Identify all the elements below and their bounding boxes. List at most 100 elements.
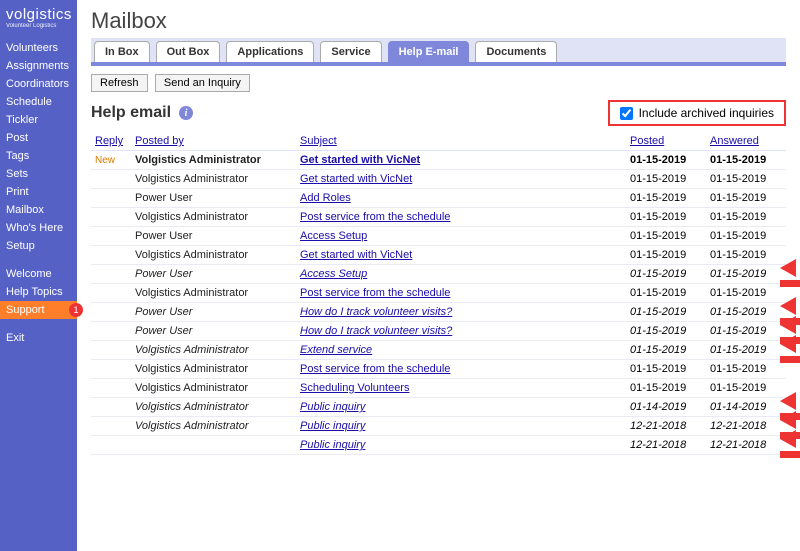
nav-item-welcome[interactable]: Welcome [0, 265, 77, 283]
col-subject[interactable]: Subject [296, 132, 626, 151]
table-row: Power UserAccess Setup01-15-201901-15-20… [91, 265, 786, 284]
cell-reply [91, 417, 131, 436]
refresh-button[interactable]: Refresh [91, 74, 148, 92]
cell-reply [91, 360, 131, 379]
table-row: Volgistics AdministratorPost service fro… [91, 360, 786, 379]
subject-link[interactable]: Post service from the schedule [300, 363, 450, 375]
nav-item-setup[interactable]: Setup [0, 237, 77, 255]
cell-subject: Post service from the schedule [296, 284, 626, 303]
cell-reply [91, 341, 131, 360]
include-archived-input[interactable] [620, 107, 633, 120]
cell-reply [91, 208, 131, 227]
subject-link[interactable]: How do I track volunteer visits? [300, 325, 452, 337]
cell-posted: 01-15-2019 [626, 303, 706, 322]
brand-logo: volgistics [0, 4, 77, 23]
nav-item-tags[interactable]: Tags [0, 147, 77, 165]
cell-reply: New [91, 151, 131, 170]
subject-link[interactable]: Post service from the schedule [300, 287, 450, 299]
tab-applications[interactable]: Applications [226, 41, 314, 62]
subject-link[interactable]: Access Setup [300, 268, 367, 280]
nav-item-tickler[interactable]: Tickler [0, 111, 77, 129]
tab-in-box[interactable]: In Box [94, 41, 150, 62]
subject-link[interactable]: Scheduling Volunteers [300, 382, 409, 394]
cell-reply [91, 227, 131, 246]
cell-subject: How do I track volunteer visits? [296, 303, 626, 322]
cell-subject: Get started with VicNet [296, 170, 626, 189]
cell-subject: Access Setup [296, 227, 626, 246]
nav-item-help-topics[interactable]: Help Topics [0, 283, 77, 301]
nav-item-exit[interactable]: Exit [0, 329, 77, 347]
section-title: Help email [91, 104, 171, 122]
cell-reply [91, 189, 131, 208]
cell-posted: 01-15-2019 [626, 284, 706, 303]
cell-posted: 01-15-2019 [626, 379, 706, 398]
send-inquiry-button[interactable]: Send an Inquiry [155, 74, 250, 92]
page-title: Mailbox [91, 8, 786, 34]
cell-answered: 01-15-2019 [706, 227, 786, 246]
cell-reply [91, 398, 131, 417]
subject-link[interactable]: Get started with VicNet [300, 154, 420, 166]
subject-link[interactable]: Get started with VicNet [300, 173, 412, 185]
help-email-table: Reply Posted by Subject Posted Answered … [91, 132, 786, 455]
toolbar: Refresh Send an Inquiry [77, 66, 800, 100]
cell-posted: 01-15-2019 [626, 322, 706, 341]
cell-reply [91, 303, 131, 322]
cell-subject: Get started with VicNet [296, 246, 626, 265]
nav-item-mailbox[interactable]: Mailbox [0, 201, 77, 219]
cell-answered: 01-15-2019 [706, 151, 786, 170]
col-reply[interactable]: Reply [91, 132, 131, 151]
include-archived-checkbox[interactable]: Include archived inquiries [608, 100, 786, 126]
col-posted-by[interactable]: Posted by [131, 132, 296, 151]
cell-posted-by: Volgistics Administrator [131, 208, 296, 227]
nav-item-who-s-here[interactable]: Who's Here [0, 219, 77, 237]
subject-link[interactable]: Extend service [300, 344, 372, 356]
cell-reply [91, 246, 131, 265]
cell-posted-by: Volgistics Administrator [131, 341, 296, 360]
subject-link[interactable]: How do I track volunteer visits? [300, 306, 452, 318]
table-row: Volgistics Administrator Public inquiry 01… [91, 398, 786, 417]
tab-service[interactable]: Service [320, 41, 381, 62]
tab-out-box[interactable]: Out Box [156, 41, 221, 62]
nav-item-volunteers[interactable]: Volunteers [0, 39, 77, 57]
nav-item-schedule[interactable]: Schedule [0, 93, 77, 111]
cell-posted-by: Volgistics Administrator [131, 398, 296, 417]
table-row: NewVolgistics AdministratorGet started w… [91, 151, 786, 170]
nav-item-print[interactable]: Print [0, 183, 77, 201]
cell-reply [91, 379, 131, 398]
cell-answered: 12-21-2018 [706, 417, 786, 436]
tab-help-e-mail[interactable]: Help E-mail [388, 41, 470, 62]
col-posted[interactable]: Posted [626, 132, 706, 151]
info-icon[interactable]: i [179, 106, 193, 120]
table-row: Volgistics Administrator Extend service 01… [91, 341, 786, 360]
cell-answered: 01-15-2019 [706, 303, 786, 322]
nav-item-assignments[interactable]: Assignments [0, 57, 77, 75]
nav-item-coordinators[interactable]: Coordinators [0, 75, 77, 93]
cell-posted: 01-15-2019 [626, 189, 706, 208]
cell-posted: 01-15-2019 [626, 170, 706, 189]
nav-item-sets[interactable]: Sets [0, 165, 77, 183]
tab-documents[interactable]: Documents [475, 41, 557, 62]
cell-reply [91, 284, 131, 303]
subject-link[interactable]: Post service from the schedule [300, 211, 450, 223]
subject-link[interactable]: Public inquiry [300, 401, 365, 413]
subject-link[interactable]: Access Setup [300, 230, 367, 242]
cell-posted-by: Volgistics Administrator [131, 284, 296, 303]
subject-link[interactable]: Get started with VicNet [300, 249, 412, 261]
subject-link[interactable]: Add Roles [300, 192, 351, 204]
nav-item-post[interactable]: Post [0, 129, 77, 147]
cell-posted: 01-15-2019 [626, 246, 706, 265]
cell-posted-by: Volgistics Administrator [131, 417, 296, 436]
nav-item-support[interactable]: Support1 [0, 301, 77, 319]
subject-link[interactable]: Public inquiry [300, 420, 365, 432]
cell-subject: Public inquiry [296, 417, 626, 436]
cell-answered: 01-15-2019 [706, 208, 786, 227]
col-answered[interactable]: Answered [706, 132, 786, 151]
subject-link[interactable]: Public inquiry [300, 439, 365, 451]
cell-answered: 01-15-2019 [706, 341, 786, 360]
cell-reply [91, 170, 131, 189]
cell-reply [91, 265, 131, 284]
cell-posted: 01-14-2019 [626, 398, 706, 417]
table-row: Public inquiry12-21-201812-21-2018 [91, 436, 786, 455]
cell-subject: Get started with VicNet [296, 151, 626, 170]
sidebar: volgistics Volunteer Logistics Volunteer… [0, 0, 77, 551]
